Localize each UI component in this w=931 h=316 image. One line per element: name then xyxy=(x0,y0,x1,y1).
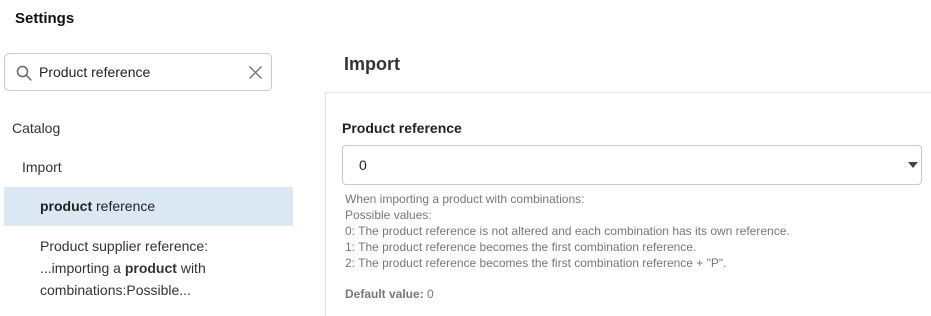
help-line: 0: The product reference is not altered … xyxy=(345,224,790,238)
help-line: When importing a product with combinatio… xyxy=(345,192,585,206)
default-value-label: Default value: xyxy=(345,287,424,301)
settings-search-box[interactable] xyxy=(4,53,272,91)
sidebar-subsection-import[interactable]: Import xyxy=(22,159,62,175)
panel-divider xyxy=(325,92,326,316)
result-snippet-line: ...importing a product with xyxy=(40,257,290,279)
search-result-product-supplier-reference[interactable]: Product supplier reference: ...importing… xyxy=(40,235,290,301)
default-value: Default value: 0 xyxy=(345,287,434,301)
product-reference-select[interactable]: 0 xyxy=(342,145,922,185)
section-title: Import xyxy=(344,54,400,74)
default-value-text: 0 xyxy=(427,287,434,301)
help-line: 1: The product reference becomes the fir… xyxy=(345,240,697,254)
result-snippet-line: combinations:Possible... xyxy=(40,282,191,298)
result-snippet-text: ...importing a xyxy=(40,260,125,276)
close-icon[interactable] xyxy=(248,65,263,80)
result-snippet-text: with xyxy=(176,260,206,276)
help-line: Possible values: xyxy=(345,208,432,222)
result-highlight: product xyxy=(40,198,93,214)
select-value: 0 xyxy=(359,157,367,173)
search-input[interactable] xyxy=(39,60,239,84)
page-title: Settings xyxy=(15,10,75,27)
help-line: 2: The product reference becomes the fir… xyxy=(345,256,727,270)
result-label: reference xyxy=(92,198,156,214)
content-header: Import xyxy=(325,42,931,93)
sidebar-section-catalog[interactable]: Catalog xyxy=(12,120,60,136)
search-icon xyxy=(16,65,32,81)
result-highlight: product xyxy=(124,260,177,276)
search-result-product-reference[interactable]: product reference xyxy=(4,187,293,226)
chevron-down-icon xyxy=(908,162,918,168)
field-help-text: When importing a product with combinatio… xyxy=(345,191,790,271)
field-label: Product reference xyxy=(342,120,462,136)
result-title: Product supplier reference: xyxy=(40,238,209,254)
